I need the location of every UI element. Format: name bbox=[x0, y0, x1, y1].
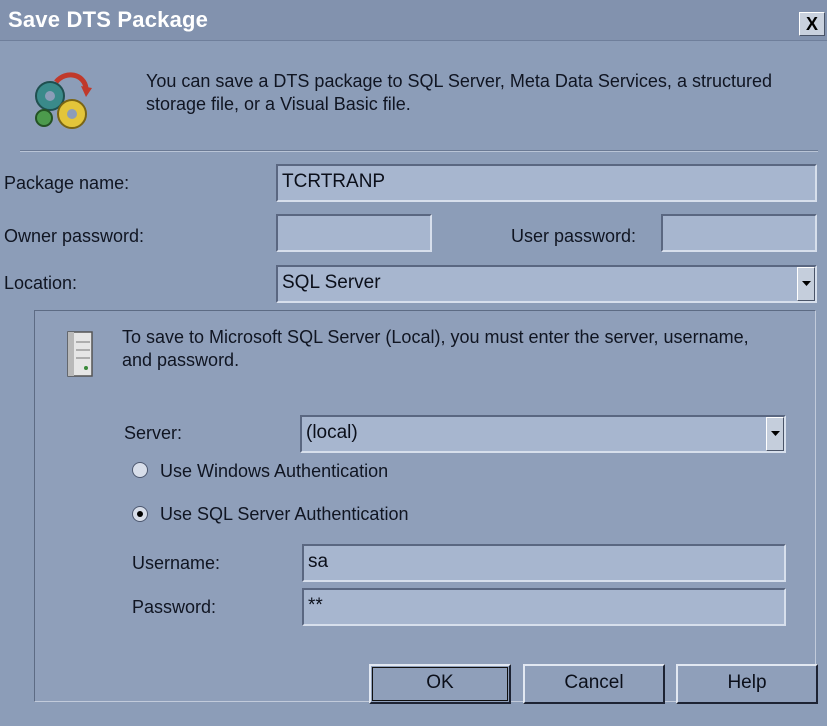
close-button[interactable]: X bbox=[799, 12, 825, 36]
cancel-button[interactable]: Cancel bbox=[523, 664, 665, 704]
username-label: Username: bbox=[132, 553, 221, 573]
server-select[interactable]: (local) bbox=[300, 415, 786, 453]
package-gears-icon bbox=[35, 72, 92, 129]
dropdown-arrow-icon bbox=[771, 431, 780, 436]
password-label: Password: bbox=[132, 597, 217, 617]
radio-windows-auth-label[interactable]: Use Windows Authentication bbox=[160, 461, 388, 482]
username-value: sa bbox=[308, 551, 329, 572]
server-icon bbox=[67, 331, 93, 377]
username-field[interactable]: sa bbox=[302, 544, 786, 582]
password-field[interactable]: ** bbox=[302, 588, 786, 626]
divider bbox=[20, 150, 818, 152]
help-button[interactable]: Help bbox=[676, 664, 818, 704]
password-value: ** bbox=[308, 595, 323, 616]
owner-password-label: Owner password: bbox=[4, 226, 145, 246]
package-name-value: TCRTRANP bbox=[282, 171, 386, 192]
server-label: Server: bbox=[124, 423, 183, 443]
server-message: To save to Microsoft SQL Server (Local),… bbox=[122, 327, 749, 370]
owner-password-field[interactable] bbox=[276, 214, 432, 252]
radio-sql-auth[interactable] bbox=[132, 506, 148, 522]
dialog-title: Save DTS Package bbox=[8, 7, 209, 32]
user-password-label: User password: bbox=[511, 226, 637, 246]
server-value: (local) bbox=[306, 422, 358, 443]
location-dropdown-button[interactable] bbox=[797, 267, 815, 301]
radio-sql-auth-label[interactable]: Use SQL Server Authentication bbox=[160, 504, 408, 525]
title-bar: Save DTS Package X bbox=[0, 0, 827, 41]
location-select[interactable]: SQL Server bbox=[276, 265, 817, 303]
close-icon: X bbox=[805, 14, 818, 34]
ok-button[interactable]: OK bbox=[369, 664, 511, 704]
radio-selected-dot bbox=[137, 511, 143, 517]
package-name-field[interactable]: TCRTRANP bbox=[276, 164, 817, 202]
intro-text: You can save a DTS package to SQL Server… bbox=[146, 71, 772, 114]
server-dropdown-button[interactable] bbox=[766, 417, 784, 451]
package-name-label: Package name: bbox=[4, 173, 130, 193]
location-value: SQL Server bbox=[282, 272, 381, 293]
dropdown-arrow-icon bbox=[802, 281, 811, 286]
location-label: Location: bbox=[4, 273, 78, 293]
user-password-field[interactable] bbox=[661, 214, 817, 252]
radio-windows-auth[interactable] bbox=[132, 462, 148, 478]
